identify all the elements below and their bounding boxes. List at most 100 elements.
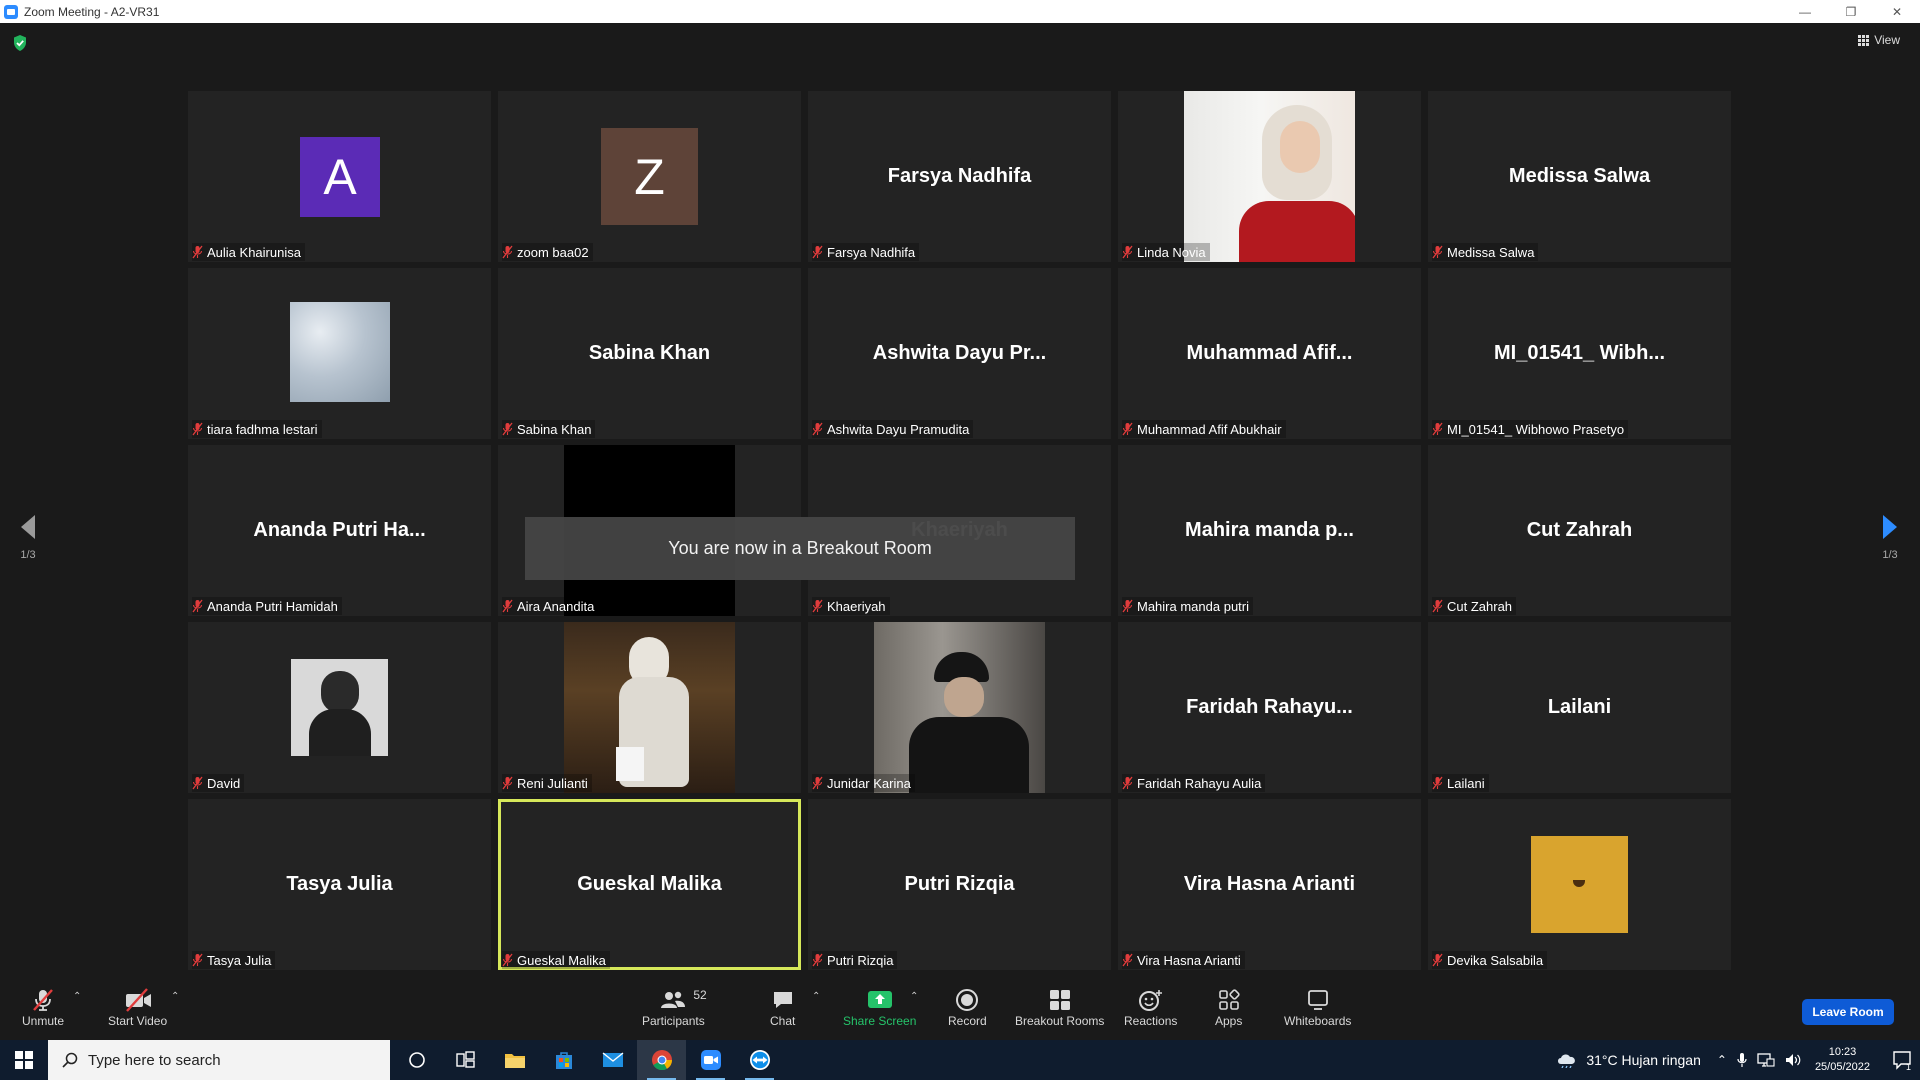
previous-page-icon[interactable]	[18, 513, 38, 541]
participant-display-name: Sabina Khan	[588, 342, 711, 364]
participant-tile[interactable]: Devika Salsabila	[1428, 799, 1731, 970]
audio-options-caret-icon[interactable]: ⌃	[73, 991, 81, 1002]
participant-tile[interactable]: Medissa Salwa Medissa Salwa	[1428, 91, 1731, 262]
participant-name: Tasya Julia	[207, 952, 272, 968]
participant-tile[interactable]: Muhammad Afif... Muhammad Afif Abukhair	[1118, 268, 1421, 439]
participant-tile[interactable]: Zzoom baa02	[498, 91, 801, 262]
chat-icon	[773, 992, 792, 1008]
participant-nameplate: Ashwita Dayu Pramudita	[812, 420, 974, 438]
participant-nameplate: Khaeriyah	[812, 597, 890, 615]
record-icon	[956, 989, 979, 1011]
muted-mic-icon	[502, 599, 513, 613]
leave-room-button[interactable]: Leave Room	[1802, 999, 1894, 1025]
taskbar-search-box[interactable]: Type here to search	[48, 1040, 390, 1080]
participant-tile[interactable]: Cut Zahrah Cut Zahrah	[1428, 445, 1731, 616]
volume-icon[interactable]	[1785, 1052, 1803, 1068]
participant-tile[interactable]: Mahira manda p... Mahira manda putri	[1118, 445, 1421, 616]
encryption-shield-icon[interactable]	[12, 34, 28, 52]
participant-video	[564, 622, 735, 793]
participant-tile[interactable]: Faridah Rahayu... Faridah Rahayu Aulia	[1118, 622, 1421, 793]
participant-tile[interactable]: Ashwita Dayu Pr... Ashwita Dayu Pramudita	[808, 268, 1111, 439]
pager-left: 1/3	[18, 513, 38, 561]
muted-mic-icon	[192, 599, 203, 613]
participant-nameplate: Aulia Khairunisa	[192, 243, 305, 261]
participant-video	[874, 622, 1045, 793]
task-view-button[interactable]	[441, 1040, 490, 1080]
chat-options-caret-icon[interactable]: ⌃	[812, 991, 820, 1002]
notification-center-button[interactable]: 1	[1884, 1040, 1920, 1080]
start-video-button[interactable]: Start Video	[108, 987, 167, 1028]
participant-display-name: Lailani	[1547, 696, 1612, 718]
participant-nameplate: zoom baa02	[502, 243, 593, 261]
participant-nameplate: Tasya Julia	[192, 951, 276, 969]
record-label: Record	[948, 1014, 987, 1028]
store-button[interactable]	[539, 1040, 588, 1080]
minimize-icon[interactable]: —	[1782, 0, 1828, 23]
whiteboards-button[interactable]: Whiteboards	[1284, 987, 1351, 1028]
participant-tile[interactable]: Ananda Putri Ha... Ananda Putri Hamidah	[188, 445, 491, 616]
participant-tile[interactable]: Reni Julianti	[498, 622, 801, 793]
participant-display-name: Tasya Julia	[286, 873, 393, 895]
apps-button[interactable]: Apps	[1215, 987, 1242, 1028]
clock[interactable]: 10:23 25/05/2022	[1815, 1045, 1870, 1075]
participant-tile[interactable]: Gueskal Malika Gueskal Malika	[498, 799, 801, 970]
start-button[interactable]	[0, 1040, 48, 1080]
share-screen-icon	[867, 991, 892, 1008]
weather-widget[interactable]: 31°C Hujan ringan	[1556, 1052, 1701, 1068]
chrome-button[interactable]	[637, 1040, 686, 1080]
mail-button[interactable]	[588, 1040, 637, 1080]
participant-tile[interactable]: tiara fadhma lestari	[188, 268, 491, 439]
tray-microphone-icon[interactable]	[1737, 1052, 1747, 1068]
breakout-room-banner: You are now in a Breakout Room	[525, 517, 1075, 580]
participants-button[interactable]: 52 Participants	[642, 987, 707, 1028]
participant-tile[interactable]: Junidar Karina	[808, 622, 1111, 793]
windows-logo-icon	[15, 1051, 33, 1069]
clock-date: 25/05/2022	[1814, 1061, 1870, 1073]
task-view-icon	[455, 1051, 475, 1068]
chat-button[interactable]: Chat	[770, 987, 795, 1028]
file-explorer-button[interactable]	[490, 1040, 539, 1080]
participant-tile[interactable]: Farsya Nadhifa Farsya Nadhifa	[808, 91, 1111, 262]
apps-label: Apps	[1215, 1014, 1243, 1028]
unmute-button[interactable]: Unmute	[22, 987, 64, 1028]
reactions-button[interactable]: Reactions	[1124, 987, 1177, 1028]
participant-name: Cut Zahrah	[1447, 598, 1513, 614]
muted-mic-icon	[502, 953, 513, 967]
close-icon[interactable]: ✕	[1874, 0, 1920, 23]
video-options-caret-icon[interactable]: ⌃	[171, 991, 179, 1002]
muted-mic-icon	[1122, 245, 1133, 259]
participant-nameplate: tiara fadhma lestari	[192, 420, 322, 438]
restore-icon[interactable]: ❐	[1828, 0, 1874, 23]
windows-taskbar: Type here to search 31°C Hujan ringan ⌃ …	[0, 1040, 1920, 1080]
participant-name: Lailani	[1447, 775, 1485, 791]
zoom-taskbar-button[interactable]	[686, 1040, 735, 1080]
participant-display-name: Farsya Nadhifa	[887, 165, 1032, 187]
participant-display-name: Medissa Salwa	[1508, 165, 1651, 187]
participant-tile[interactable]: Sabina Khan Sabina Khan	[498, 268, 801, 439]
participant-tile[interactable]: Putri Rizqia Putri Rizqia	[808, 799, 1111, 970]
avatar: A	[300, 137, 380, 217]
breakout-rooms-button[interactable]: Breakout Rooms	[1015, 987, 1104, 1028]
next-page-icon[interactable]	[1880, 513, 1900, 541]
cortana-button[interactable]	[392, 1040, 441, 1080]
participant-tile[interactable]: Lailani Lailani	[1428, 622, 1731, 793]
participant-tile[interactable]: Vira Hasna Arianti Vira Hasna Arianti	[1118, 799, 1421, 970]
participant-tile[interactable]: Tasya Julia Tasya Julia	[188, 799, 491, 970]
participant-tile[interactable]: A Aulia Khairunisa	[188, 91, 491, 262]
window-titlebar: Zoom Meeting - A2-VR31 — ❐ ✕	[0, 0, 1920, 23]
zoom-app-icon	[4, 4, 18, 19]
participant-tile[interactable]: MI_01541_ Wibh... MI_01541_ Wibhowo Prase…	[1428, 268, 1731, 439]
network-icon[interactable]	[1757, 1052, 1775, 1068]
muted-mic-icon	[1122, 422, 1133, 436]
participant-name: tiara fadhma lestari	[207, 421, 318, 437]
record-button[interactable]: Record	[948, 987, 987, 1028]
participant-name: Reni Julianti	[517, 775, 588, 791]
share-options-caret-icon[interactable]: ⌃	[910, 991, 918, 1002]
share-screen-button[interactable]: Share Screen	[843, 987, 916, 1028]
show-hidden-icons-chevron-icon[interactable]: ⌃	[1717, 1053, 1727, 1067]
participant-tile[interactable]: David	[188, 622, 491, 793]
cortana-circle-icon	[408, 1052, 425, 1068]
participant-tile[interactable]: Linda Novia	[1118, 91, 1421, 262]
view-button[interactable]: View	[1858, 33, 1900, 47]
teamviewer-button[interactable]	[735, 1040, 784, 1080]
